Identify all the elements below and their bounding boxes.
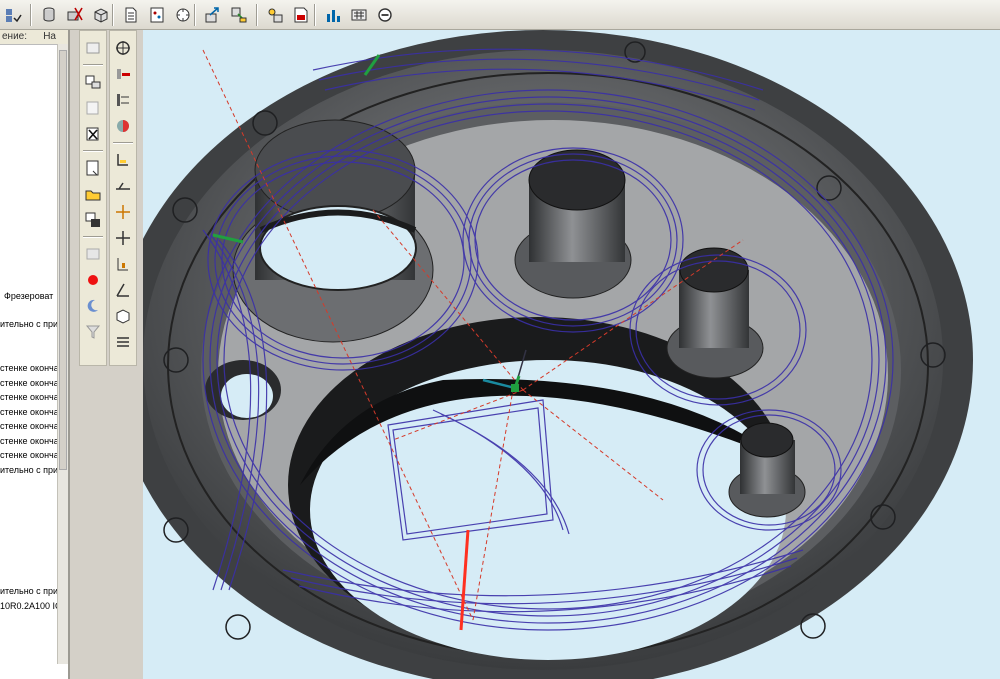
axis-icon[interactable] — [112, 201, 134, 223]
boss-2-top — [528, 149, 626, 211]
operations-list: Фрезероват ительно с при стенке оконча с… — [0, 44, 62, 664]
panel-scrollbar[interactable] — [57, 44, 68, 664]
origin-icon[interactable] — [112, 37, 134, 59]
cross-icon[interactable] — [112, 227, 134, 249]
contour-icon[interactable] — [112, 149, 134, 171]
main-toolbar — [0, 0, 1000, 30]
import-icon[interactable] — [228, 4, 250, 26]
toolbar-group-2 — [108, 2, 196, 28]
vertical-toolbar-2 — [109, 30, 137, 366]
tool-setup-icon[interactable] — [112, 63, 134, 85]
calculator-icon[interactable] — [348, 4, 370, 26]
list-item[interactable]: стенке оконча — [0, 406, 59, 418]
list-item[interactable]: Фрезероват — [4, 290, 53, 302]
side-hole-opening — [221, 374, 273, 418]
depth-icon[interactable] — [112, 253, 134, 275]
bar-chart-icon[interactable] — [322, 4, 344, 26]
operations-panel: ение: На Фрезероват ительно с при стенке… — [0, 30, 70, 679]
moon-icon[interactable] — [82, 295, 104, 317]
stack-icon[interactable] — [82, 209, 104, 231]
panel-header-right: На — [43, 31, 56, 42]
fixture-icon[interactable] — [112, 89, 134, 111]
cylinder-icon[interactable] — [38, 4, 60, 26]
pattern-icon[interactable] — [146, 4, 168, 26]
cut-tool-icon[interactable] — [64, 4, 86, 26]
stock-cube-icon[interactable] — [112, 305, 134, 327]
toolbar-group-4 — [252, 2, 314, 28]
list-item[interactable]: 10R0.2A100 IC — [0, 600, 62, 612]
list-item[interactable]: ительно с при — [0, 464, 58, 476]
toolbar-separator — [83, 150, 103, 152]
page-icon[interactable] — [82, 157, 104, 179]
toolbar-separator — [83, 64, 103, 66]
open-folder-icon[interactable] — [82, 183, 104, 205]
toolbar-separator — [113, 142, 133, 144]
report-icon[interactable] — [290, 4, 312, 26]
list-item[interactable]: стенке оконча — [0, 362, 59, 374]
toolbar-separator — [256, 4, 258, 26]
list-item[interactable]: стенке оконча — [0, 420, 59, 432]
list-item[interactable]: стенке оконча — [0, 449, 59, 461]
record-icon[interactable] — [82, 269, 104, 291]
toolbar-separator — [83, 236, 103, 238]
toolbar-separator — [314, 4, 316, 26]
toolbar-group-1 — [0, 2, 114, 28]
window-icon[interactable] — [82, 37, 104, 59]
angle-icon[interactable] — [112, 279, 134, 301]
vertical-toolbar-1 — [79, 30, 107, 366]
toolbar-separator — [30, 4, 32, 26]
toolbar-separator — [194, 4, 196, 26]
list-item[interactable]: стенке оконча — [0, 435, 59, 447]
operation-icon[interactable] — [264, 4, 286, 26]
grid-check-icon[interactable] — [2, 4, 24, 26]
toolbar-separator — [112, 4, 114, 26]
copy-operation-icon[interactable] — [82, 71, 104, 93]
panel-header-left: ение: — [2, 31, 28, 42]
toolbar-group-5 — [310, 2, 398, 28]
scrollbar-thumb[interactable] — [59, 50, 67, 470]
document-icon[interactable] — [120, 4, 142, 26]
part-render — [143, 30, 973, 679]
layers-disabled-icon[interactable] — [82, 243, 104, 265]
panel-header: ение: На — [0, 30, 68, 45]
edit-disabled-icon[interactable] — [82, 97, 104, 119]
part-color-icon[interactable] — [112, 115, 134, 137]
list-lines-icon[interactable] — [112, 331, 134, 353]
3d-viewport[interactable] — [143, 30, 1000, 679]
list-item[interactable]: ительно с при — [0, 585, 58, 597]
delete-icon[interactable] — [82, 123, 104, 145]
toolbar-group-3 — [190, 2, 252, 28]
minus-circle-icon[interactable] — [374, 4, 396, 26]
export-icon[interactable] — [202, 4, 224, 26]
list-item[interactable]: стенке оконча — [0, 391, 59, 403]
boss-4-top — [740, 422, 794, 458]
list-item[interactable]: стенке оконча — [0, 377, 59, 389]
plane-icon[interactable] — [112, 175, 134, 197]
filter-icon[interactable] — [82, 321, 104, 343]
list-item[interactable]: ительно с при — [0, 318, 58, 330]
